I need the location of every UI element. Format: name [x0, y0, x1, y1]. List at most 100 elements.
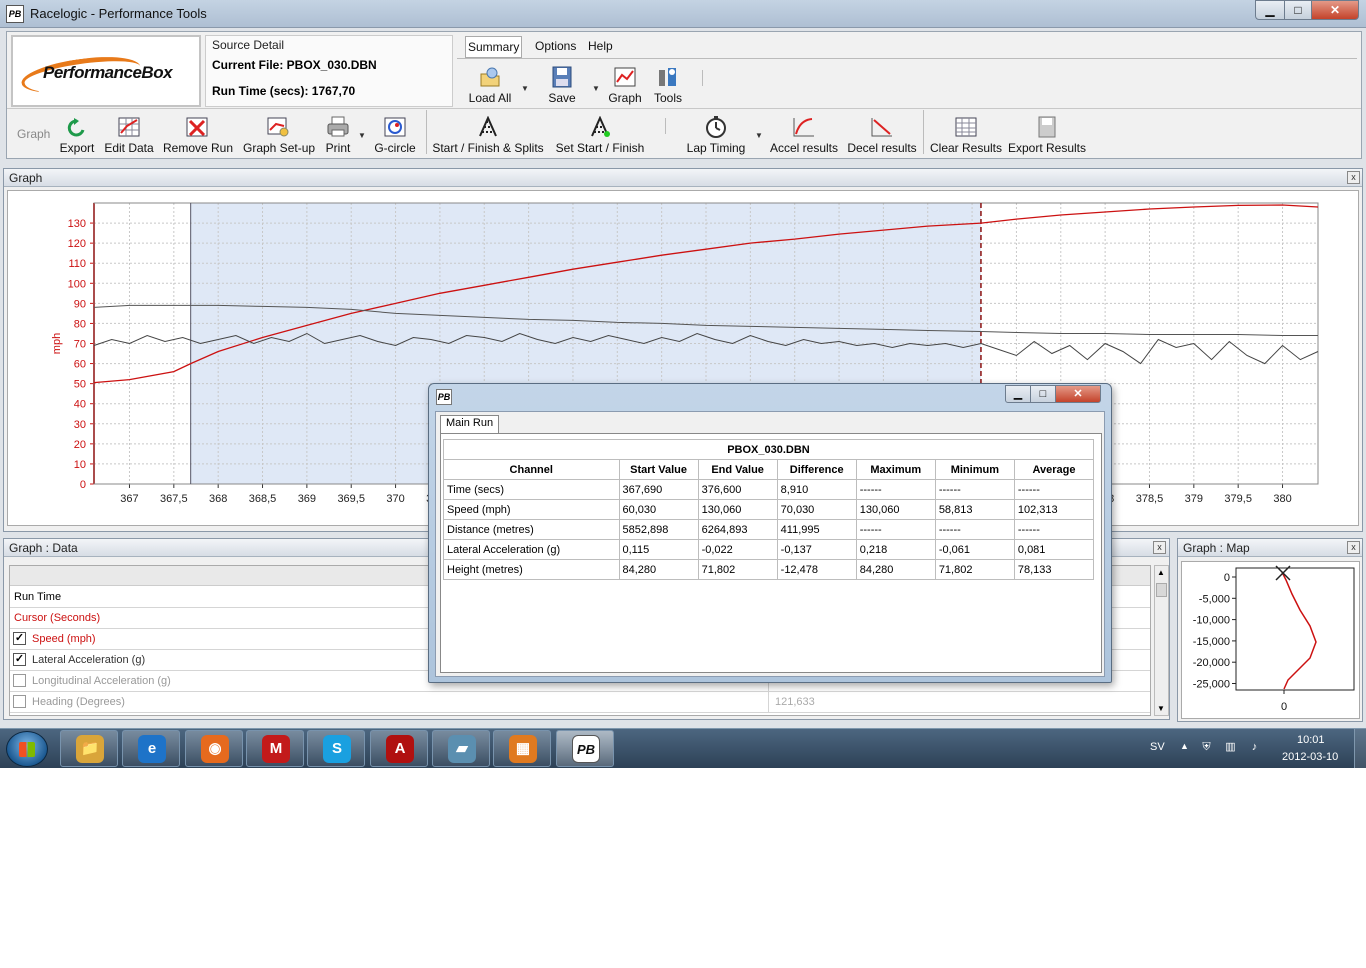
g-circle-label: G-circle [374, 141, 416, 155]
summary-cell: 130,060 [697, 499, 778, 520]
x-tick-label: 369 [298, 493, 316, 505]
taskbar-app-acrobat[interactable]: A [370, 730, 428, 767]
summary-cell: Distance (metres) [443, 519, 620, 540]
scroll-down-arrow[interactable]: ▼ [1157, 704, 1165, 713]
summary-file-name: PBOX_030.DBN [443, 439, 1094, 460]
save-icon [550, 66, 574, 88]
column-header[interactable]: End Value [697, 459, 778, 480]
clear-results-button[interactable]: Clear Results [928, 116, 1004, 155]
tools-button[interactable]: Tools [650, 66, 686, 105]
clock-time[interactable]: 10:01 [1297, 734, 1325, 746]
network-tray-icon[interactable]: ▥ [1224, 741, 1237, 754]
menu-summary[interactable]: Summary [465, 36, 523, 58]
edit-data-icon [117, 116, 141, 138]
load-all-button[interactable]: Load All [467, 66, 513, 105]
export-results-button[interactable]: Export Results [1007, 116, 1087, 155]
show-desktop-button[interactable] [1354, 729, 1366, 768]
menu-options[interactable]: Options [535, 39, 576, 53]
load-all-label: Load All [468, 91, 512, 105]
show-hidden-icons-button[interactable]: ▲ [1180, 741, 1189, 751]
y-tick-label: 80 [74, 318, 86, 330]
lap-timing-button[interactable]: Lap Timing [682, 116, 750, 155]
clock-date[interactable]: 2012-03-10 [1282, 751, 1338, 763]
channel-checkbox[interactable]: ✓ [13, 653, 26, 666]
export-button[interactable]: Export [59, 116, 95, 155]
taskbar-app-internet-explorer[interactable]: e [122, 730, 180, 767]
taskbar-app-firefox[interactable]: ◉ [185, 730, 243, 767]
tab-main-run[interactable]: Main Run [440, 415, 500, 433]
map-area[interactable]: 0 -5,000 -10,000 -15,000 -20,000 -25,000 0 [1181, 561, 1360, 719]
taskbar-app-performancebox[interactable]: PB [556, 730, 614, 767]
summary-cell: 130,060 [855, 499, 936, 520]
x-tick-label: 367,5 [160, 493, 188, 505]
scroll-thumb[interactable] [1156, 583, 1167, 597]
edit-data-button[interactable]: Edit Data [104, 116, 154, 155]
accel-results-button[interactable]: Accel results [769, 116, 839, 155]
menu-help[interactable]: Help [588, 39, 613, 53]
export-label: Export [59, 141, 95, 155]
taskbar-app-skype[interactable]: S [307, 730, 365, 767]
taskbar-app-mcafee[interactable]: M [246, 730, 304, 767]
load-dropdown-arrow[interactable]: ▼ [521, 84, 529, 93]
security-tray-icon[interactable]: ⛨ [1200, 741, 1213, 754]
scroll-up-arrow[interactable]: ▲ [1157, 568, 1165, 577]
lap-timing-dropdown-arrow[interactable]: ▼ [755, 131, 763, 140]
x-tick-label: 368 [209, 493, 227, 505]
data-row[interactable]: Heading (Degrees) 121,633 [10, 692, 1150, 713]
remove-run-button[interactable]: Remove Run [163, 116, 233, 155]
channel-checkbox[interactable]: ✓ [13, 632, 26, 645]
header-ribbon: PerformanceBox Source Detail Current Fil… [6, 31, 1362, 159]
edit-data-label: Edit Data [104, 141, 154, 155]
map-y-tick-label: -20,000 [1193, 657, 1230, 669]
column-header[interactable]: Difference [776, 459, 857, 480]
title-bar[interactable]: PB Racelogic - Performance Tools ▁ □ ✕ [0, 0, 1366, 28]
graph-map-panel-close-button[interactable]: x [1347, 541, 1360, 554]
graph-panel-close-button[interactable]: x [1347, 171, 1360, 184]
minimize-button[interactable]: ▁ [1255, 0, 1285, 20]
column-header[interactable]: Minimum [934, 459, 1015, 480]
start-finish-splits-button[interactable]: Start / Finish & Splits [432, 115, 544, 155]
internet-explorer-icon: e [138, 735, 166, 763]
track-map[interactable]: 0 -5,000 -10,000 -15,000 -20,000 -25,000 0 [1182, 562, 1359, 718]
column-header[interactable]: Start Value [618, 459, 699, 480]
start-button[interactable] [6, 731, 48, 767]
x-tick-label: 379 [1185, 493, 1203, 505]
graph-setup-button[interactable]: Graph Set-up [243, 116, 315, 155]
y-tick-label: 20 [74, 439, 86, 451]
graph-group-label: Graph [17, 127, 51, 141]
taskbar-app-app-orange[interactable]: ▦ [493, 730, 551, 767]
summary-cell: Height (metres) [443, 559, 620, 580]
taskbar-app-app-blue[interactable]: ▰ [432, 730, 490, 767]
graph-data-panel-close-button[interactable]: x [1153, 541, 1166, 554]
g-circle-button[interactable]: G-circle [373, 116, 417, 155]
maximize-button[interactable]: □ [1284, 0, 1312, 20]
set-start-finish-button[interactable]: Set Start / Finish [555, 115, 645, 155]
summary-row: Distance (metres) 5852,898 6264,893 411,995… [443, 519, 1095, 540]
column-header[interactable]: Maximum [855, 459, 936, 480]
graph-button[interactable]: Graph [607, 66, 643, 105]
toolbar-separator [702, 70, 703, 86]
print-dropdown-arrow[interactable]: ▼ [358, 131, 366, 140]
print-button[interactable]: Print [323, 116, 353, 155]
decel-results-button[interactable]: Decel results [847, 116, 917, 155]
dialog-maximize-button[interactable]: □ [1030, 385, 1056, 403]
x-tick-label: 378,5 [1136, 493, 1164, 505]
desktop-screen: PB Racelogic - Performance Tools ▁ □ ✕ P… [0, 0, 1366, 768]
channel-checkbox[interactable] [13, 695, 26, 708]
taskbar-app-explorer[interactable]: 📁 [60, 730, 118, 767]
data-scrollbar[interactable]: ▲ ▼ [1154, 565, 1169, 716]
save-dropdown-arrow[interactable]: ▼ [592, 84, 600, 93]
summary-cell: 0,218 [855, 539, 936, 560]
summary-row: Speed (mph) 60,030 130,060 70,030 130,060 58,… [443, 499, 1095, 520]
skype-icon: S [323, 735, 351, 763]
dialog-close-button[interactable]: ✕ [1055, 385, 1101, 403]
language-indicator[interactable]: SV [1150, 741, 1165, 753]
volume-tray-icon[interactable]: ♪ [1248, 741, 1261, 754]
dialog-minimize-button[interactable]: ▁ [1005, 385, 1031, 403]
clear-results-label: Clear Results [929, 141, 1003, 155]
close-button[interactable]: ✕ [1311, 0, 1359, 20]
save-button[interactable]: Save [545, 66, 579, 105]
channel-checkbox[interactable] [13, 674, 26, 687]
column-header[interactable]: Average [1013, 459, 1095, 480]
column-header[interactable]: Channel [443, 459, 620, 480]
